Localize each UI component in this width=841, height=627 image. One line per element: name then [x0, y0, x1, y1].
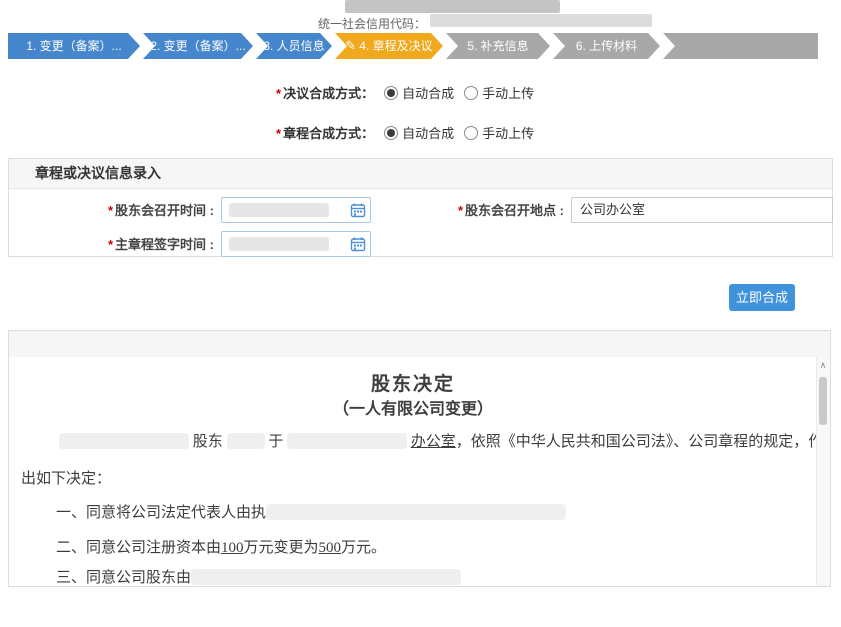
step-label: 3. 人员信息 [263, 39, 324, 53]
redacted-credit-code-value [430, 14, 652, 27]
calendar-icon[interactable] [350, 236, 366, 252]
step-5-supplementary-info[interactable]: 5. 补充信息 [446, 33, 550, 59]
meeting-place-input[interactable]: 公司办公室 [571, 197, 833, 223]
document-paragraph-line1: 股东 于 办公室，依照《中华人民共和国公司法》、公司章程的规定，作 [59, 432, 823, 453]
pencil-icon: ✎ [345, 38, 356, 53]
redacted-date-value [229, 203, 329, 217]
resolution-synthesis-label: 决议合成方式： [283, 86, 374, 101]
meeting-time-input[interactable] [221, 197, 371, 223]
entry-section: 章程或决议信息录入 *股东会召开时间 : *股东会召开地点 : 公司办公室 *主… [8, 158, 833, 257]
radio-manual-upload[interactable] [464, 126, 478, 140]
step-3-personnel-info[interactable]: 3. 人员信息 [256, 33, 332, 59]
radio-manual-upload[interactable] [464, 86, 478, 100]
articles-synthesis-label: 章程合成方式： [283, 126, 374, 141]
meeting-place-label: *股东会召开地点 : [359, 200, 564, 219]
redacted-company-name [59, 433, 189, 449]
redacted-date [287, 433, 407, 449]
sign-time-input[interactable] [221, 231, 371, 257]
step-label: 4. 章程及决议 [359, 39, 432, 53]
entry-section-title: 章程或决议信息录入 [9, 159, 832, 189]
page: 统一社会信用代码： 1. 变更（备案）... 2. 变更（备案）... 3. 人… [0, 0, 841, 627]
radio-option-label[interactable]: 手动上传 [482, 126, 534, 141]
step-label: 1. 变更（备案）... [26, 39, 121, 53]
document-item-2: 二、同意公司注册资本由100万元变更为500万元。 [56, 538, 386, 559]
document-subtitle: （一人有限公司变更） [9, 395, 817, 419]
step-4-articles-resolution[interactable]: ✎4. 章程及决议 [335, 33, 443, 59]
step-label: 6. 上传材料 [576, 39, 637, 53]
step-6-upload-materials[interactable]: 6. 上传材料 [553, 33, 660, 59]
scrollbar-up-arrow[interactable]: ∧ [817, 359, 829, 371]
meeting-time-label: *股东会召开时间 : [9, 200, 214, 219]
required-marker: * [108, 237, 113, 252]
redacted-shareholder-name [227, 433, 265, 449]
radio-auto-synthesis-selected[interactable] [384, 86, 398, 100]
radio-option-label[interactable]: 手动上传 [482, 86, 534, 101]
document-item-1: 一、同意将公司法定代表人由执 [56, 503, 566, 524]
scrollbar-thumb[interactable] [819, 377, 827, 425]
redacted-shareholder-change [191, 569, 461, 585]
resolution-synthesis-row: *决议合成方式： 自动合成 手动上传 [276, 84, 534, 104]
radio-option-label[interactable]: 自动合成 [402, 86, 454, 101]
radio-auto-synthesis-selected[interactable] [384, 126, 398, 140]
redacted-legal-rep-change [266, 504, 566, 520]
step-2-change-filing[interactable]: 2. 变更（备案）... [143, 33, 253, 59]
document-title: 股东决定 [9, 369, 817, 396]
step-label: 5. 补充信息 [467, 39, 528, 53]
document-scrollbar[interactable]: ∧ [816, 357, 830, 586]
document-panel-header [8, 330, 831, 358]
sign-time-label: *主章程签字时间 : [9, 234, 214, 253]
synthesize-now-button[interactable]: 立即合成 [729, 284, 795, 311]
step-label: 2. 变更（备案）... [150, 39, 245, 53]
step-1-change-filing[interactable]: 1. 变更（备案）... [8, 33, 140, 59]
redacted-date-value [229, 237, 329, 251]
credit-code-label: 统一社会信用代码： [318, 15, 426, 32]
document-preview: 股东决定 （一人有限公司变更） 股东 于 办公室，依照《中华人民共和国公司法》、… [8, 357, 831, 587]
redacted-company-name [345, 0, 560, 13]
required-marker: * [108, 203, 113, 218]
radio-option-label[interactable]: 自动合成 [402, 126, 454, 141]
document-paragraph-line2: 出如下决定： [21, 469, 111, 490]
document-item-3: 三、同意公司股东由 [56, 568, 461, 587]
articles-synthesis-row: *章程合成方式： 自动合成 手动上传 [276, 124, 534, 144]
required-marker: * [276, 86, 281, 101]
required-marker: * [276, 126, 281, 141]
required-marker: * [458, 203, 463, 218]
step-bar-trailing [663, 33, 818, 59]
